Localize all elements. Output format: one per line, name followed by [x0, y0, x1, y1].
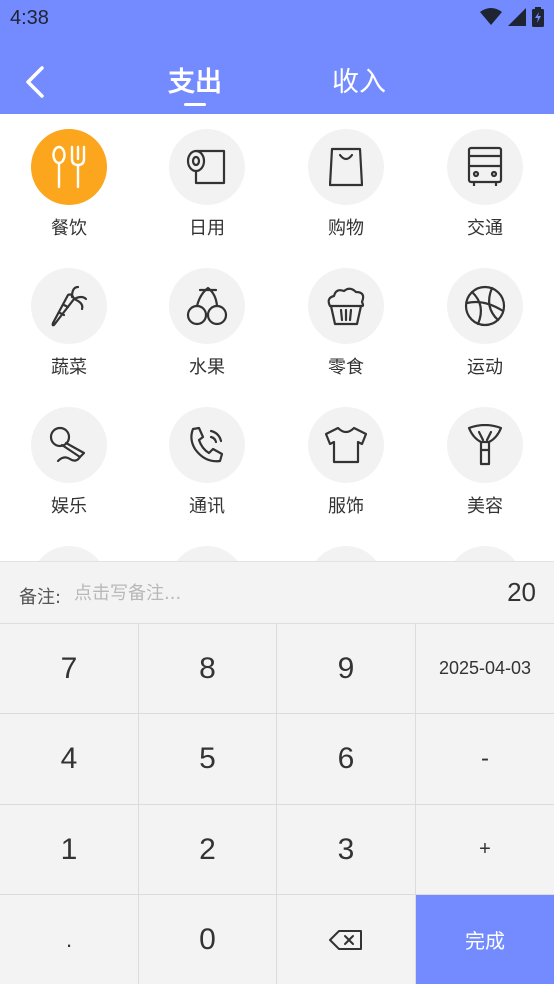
key-9[interactable]: 9: [277, 624, 416, 714]
category-grid: 餐饮 日用 购物 交通 蔬菜 水果 零食 运动 娱乐 通讯 服饰 美容: [0, 114, 554, 561]
backspace-key[interactable]: [277, 895, 416, 984]
category-fruit[interactable]: 水果: [138, 253, 276, 391]
category-label: 餐饮: [51, 218, 87, 239]
toilet-paper-icon: [186, 149, 226, 185]
category-more-1[interactable]: [0, 531, 138, 561]
category-icon-circle: [31, 546, 107, 561]
category-label: 通讯: [189, 496, 225, 517]
category-label: 蔬菜: [51, 357, 87, 378]
category-icon-circle: [447, 546, 523, 561]
status-bar: 4:38: [0, 0, 554, 38]
plus-key[interactable]: +: [416, 805, 554, 895]
amount-display: 20: [507, 577, 536, 607]
key-2[interactable]: 2: [139, 805, 277, 895]
done-button[interactable]: 完成: [416, 895, 554, 984]
key-0[interactable]: 0: [139, 895, 277, 984]
category-label: 交通: [467, 218, 503, 239]
category-icon-circle: [31, 129, 107, 205]
key-7[interactable]: 7: [0, 624, 139, 714]
key-dot[interactable]: .: [0, 895, 139, 984]
status-time: 4:38: [10, 7, 49, 29]
carrot-icon: [51, 285, 88, 327]
date-button[interactable]: 2025-04-03: [416, 624, 554, 714]
key-4[interactable]: 4: [0, 714, 139, 805]
backspace-icon: [329, 929, 362, 950]
category-label: 零食: [328, 357, 364, 378]
back-arrow-icon[interactable]: [22, 62, 52, 102]
category-shopping[interactable]: 购物: [277, 114, 415, 252]
category-icon-circle: [169, 546, 245, 561]
category-icon-circle: [447, 407, 523, 483]
category-icon-circle: [308, 407, 384, 483]
category-icon-circle: [169, 129, 245, 205]
category-snacks[interactable]: 零食: [277, 253, 415, 391]
category-label: 美容: [467, 496, 503, 517]
category-label: 运动: [467, 357, 503, 378]
cherry-icon: [186, 286, 228, 326]
tab-income[interactable]: 收入: [332, 60, 386, 99]
category-icon-circle: [31, 268, 107, 344]
remark-label: 备注:: [19, 587, 62, 608]
key-1[interactable]: 1: [0, 805, 139, 895]
key-5[interactable]: 5: [139, 714, 277, 805]
category-dining[interactable]: 餐饮: [0, 114, 138, 252]
remark-input[interactable]: [74, 578, 374, 608]
microphone-icon: [49, 426, 86, 463]
key-3[interactable]: 3: [277, 805, 416, 895]
category-more-3[interactable]: [277, 531, 415, 561]
makeup-brush-icon: [467, 424, 503, 466]
spoon-fork-icon: [52, 145, 86, 189]
category-icon-circle: [308, 129, 384, 205]
shopping-bag-icon: [329, 147, 363, 187]
battery-icon: [532, 7, 544, 27]
category-icon-circle: [308, 546, 384, 561]
key-6[interactable]: 6: [277, 714, 416, 805]
category-daily[interactable]: 日用: [138, 114, 276, 252]
category-icon-circle: [308, 268, 384, 344]
category-more-2[interactable]: [138, 531, 276, 561]
tab-expense[interactable]: 支出: [168, 60, 222, 99]
basketball-icon: [464, 285, 506, 327]
category-label: 购物: [328, 218, 364, 239]
signal-icon: [508, 8, 526, 26]
key-8[interactable]: 8: [139, 624, 277, 714]
number-keypad: 7 8 9 2025-04-03 4 5 6 - 1 2 3 + . 0 完成: [0, 624, 554, 984]
category-label: 娱乐: [51, 496, 87, 517]
wifi-icon: [480, 8, 502, 25]
category-icon-circle: [447, 268, 523, 344]
category-sports[interactable]: 运动: [416, 253, 554, 391]
shirt-icon: [324, 426, 368, 464]
minus-key[interactable]: -: [416, 714, 554, 805]
category-label: 日用: [189, 218, 225, 239]
app-header: 4:38 支出 收入: [0, 0, 554, 114]
category-label: 服饰: [328, 496, 364, 517]
category-telecom[interactable]: 通讯: [138, 392, 276, 530]
category-icon-circle: [447, 129, 523, 205]
category-icon-circle: [169, 268, 245, 344]
category-transport[interactable]: 交通: [416, 114, 554, 252]
phone-icon: [190, 426, 224, 463]
category-apparel[interactable]: 服饰: [277, 392, 415, 530]
cupcake-icon: [327, 287, 365, 326]
category-icon-circle: [31, 407, 107, 483]
category-vegetables[interactable]: 蔬菜: [0, 253, 138, 391]
remark-bar: 备注: 20: [0, 561, 554, 624]
status-icons: [480, 7, 544, 27]
category-icon-circle: [169, 407, 245, 483]
category-entertainment[interactable]: 娱乐: [0, 392, 138, 530]
category-label: 水果: [189, 357, 225, 378]
bus-icon: [467, 146, 503, 186]
category-more-4[interactable]: [416, 531, 554, 561]
tab-active-indicator: [184, 103, 206, 106]
category-beauty[interactable]: 美容: [416, 392, 554, 530]
